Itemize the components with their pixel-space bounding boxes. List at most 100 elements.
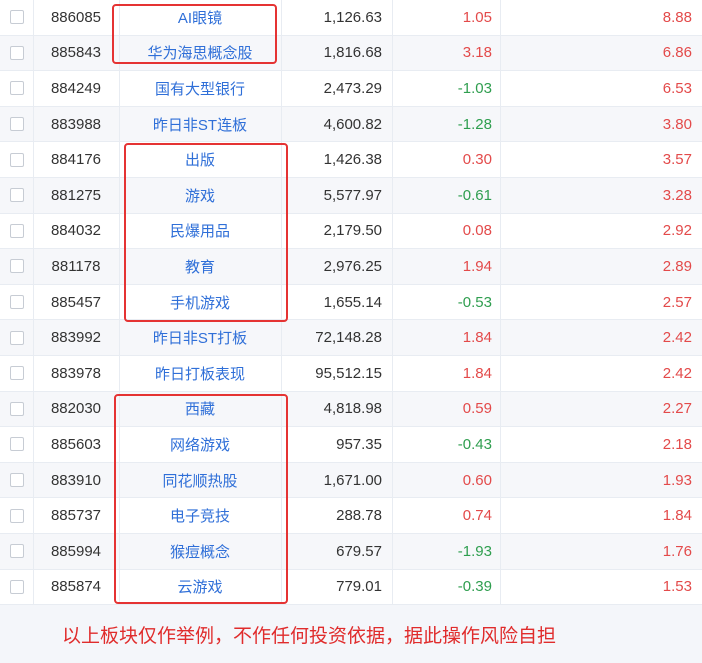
- sector-name-link[interactable]: 云游戏: [119, 569, 282, 605]
- sector-turnover-rate: 1.84: [662, 507, 692, 525]
- row-checkbox[interactable]: [9, 259, 24, 274]
- sector-name-link[interactable]: 西藏: [119, 391, 282, 427]
- row-checkbox[interactable]: [9, 117, 24, 132]
- sector-price: 2,976.25: [281, 249, 393, 284]
- sector-code: 883910: [33, 462, 120, 498]
- sector-turnover-rate: 8.88: [662, 8, 692, 26]
- sector-name-link[interactable]: 同花顺热股: [119, 462, 282, 498]
- table-row[interactable]: 882030 西藏 4,818.98 0.59 2.27: [0, 391, 702, 428]
- row-checkbox-cell: [0, 320, 34, 355]
- table-row[interactable]: 883988 昨日非ST连板 4,600.82 -1.28 3.80: [0, 106, 702, 143]
- row-checkbox[interactable]: [9, 544, 24, 559]
- row-checkbox[interactable]: [9, 437, 24, 452]
- sector-price: 1,426.38: [281, 142, 393, 177]
- sector-code: 885603: [33, 427, 120, 462]
- sector-turnover-rate: 2.42: [662, 364, 692, 382]
- table-row[interactable]: 885843 华为海思概念股 1,816.68 3.18 6.86: [0, 35, 702, 72]
- row-checkbox-cell: [0, 284, 34, 320]
- table-row[interactable]: 881275 游戏 5,577.97 -0.61 3.28: [0, 177, 702, 214]
- sector-change-pct: 0.30: [393, 142, 501, 177]
- row-checkbox[interactable]: [9, 473, 24, 488]
- sector-change-pct: 0.60: [393, 462, 501, 498]
- row-checkbox[interactable]: [9, 295, 24, 310]
- row-checkbox[interactable]: [9, 223, 24, 238]
- sector-price: 4,818.98: [281, 391, 393, 427]
- sector-change-pct: 1.84: [393, 320, 501, 355]
- row-checkbox[interactable]: [9, 188, 24, 203]
- sector-change-pct: 3.18: [393, 35, 501, 71]
- table-row[interactable]: 885994 猴痘概念 679.57 -1.93 1.76: [0, 533, 702, 570]
- sector-turnover-rate: 2.27: [662, 400, 692, 418]
- row-checkbox[interactable]: [9, 10, 24, 25]
- row-checkbox[interactable]: [9, 45, 24, 60]
- sector-code: 884249: [33, 71, 120, 106]
- sector-code: 885994: [33, 533, 120, 569]
- table-row[interactable]: 884249 国有大型银行 2,473.29 -1.03 6.53: [0, 71, 702, 107]
- sector-change-pct: -0.43: [393, 427, 501, 462]
- sector-change-pct: -0.39: [393, 569, 501, 605]
- sector-name-link[interactable]: 昨日打板表现: [119, 355, 282, 391]
- row-checkbox[interactable]: [9, 366, 24, 381]
- sector-price: 288.78: [281, 498, 393, 533]
- sector-name-link[interactable]: 昨日非ST打板: [119, 320, 282, 355]
- sector-name-link[interactable]: 华为海思概念股: [119, 35, 282, 71]
- sector-code: 885737: [33, 498, 120, 533]
- sector-price: 95,512.15: [281, 355, 393, 391]
- row-checkbox[interactable]: [9, 579, 24, 594]
- sector-code: 882030: [33, 391, 120, 427]
- sector-name-link[interactable]: 国有大型银行: [119, 71, 282, 106]
- sector-name-link[interactable]: 民爆用品: [119, 213, 282, 249]
- table-row[interactable]: 884176 出版 1,426.38 0.30 3.57: [0, 142, 702, 178]
- table-row[interactable]: 885737 电子竞技 288.78 0.74 1.84: [0, 498, 702, 534]
- sector-price: 2,179.50: [281, 213, 393, 249]
- sector-name-link[interactable]: 出版: [119, 142, 282, 177]
- row-checkbox[interactable]: [9, 152, 24, 167]
- sector-change-pct: -1.93: [393, 533, 501, 569]
- sector-change-pct: 0.74: [393, 498, 501, 533]
- sector-turnover-rate: 3.57: [662, 151, 692, 169]
- row-checkbox[interactable]: [9, 508, 24, 523]
- sector-code: 883988: [33, 106, 120, 142]
- sector-price: 1,671.00: [281, 462, 393, 498]
- sector-name-link[interactable]: 教育: [119, 249, 282, 284]
- sector-name-link[interactable]: 猴痘概念: [119, 533, 282, 569]
- row-checkbox-cell: [0, 142, 34, 177]
- table-row[interactable]: 885457 手机游戏 1,655.14 -0.53 2.57: [0, 284, 702, 321]
- table-row[interactable]: 885874 云游戏 779.01 -0.39 1.53: [0, 569, 702, 606]
- sector-name-link[interactable]: 电子竞技: [119, 498, 282, 533]
- sector-name-link[interactable]: 手机游戏: [119, 284, 282, 320]
- sector-turnover-rate: 1.93: [662, 471, 692, 489]
- row-checkbox-cell: [0, 355, 34, 391]
- sector-turnover-rate: 6.86: [662, 44, 692, 62]
- row-checkbox[interactable]: [9, 401, 24, 416]
- sector-name-link[interactable]: AI眼镜: [119, 0, 282, 35]
- row-checkbox-cell: [0, 498, 34, 533]
- row-checkbox-cell: [0, 249, 34, 284]
- sector-turnover-rate: 3.80: [662, 115, 692, 133]
- sector-code: 885874: [33, 569, 120, 605]
- table-row[interactable]: 883910 同花顺热股 1,671.00 0.60 1.93: [0, 462, 702, 499]
- sector-name-link[interactable]: 昨日非ST连板: [119, 106, 282, 142]
- row-checkbox[interactable]: [9, 81, 24, 96]
- sector-turnover-rate: 2.57: [662, 293, 692, 311]
- table-row[interactable]: 885603 网络游戏 957.35 -0.43 2.18: [0, 427, 702, 463]
- table-row[interactable]: 884032 民爆用品 2,179.50 0.08 2.92: [0, 213, 702, 250]
- row-checkbox-cell: [0, 427, 34, 462]
- sector-change-pct: 1.94: [393, 249, 501, 284]
- row-checkbox-cell: [0, 533, 34, 569]
- sector-price: 1,655.14: [281, 284, 393, 320]
- sector-price: 957.35: [281, 427, 393, 462]
- sector-turnover-rate: 1.53: [662, 578, 692, 596]
- row-checkbox-cell: [0, 391, 34, 427]
- table-row[interactable]: 883978 昨日打板表现 95,512.15 1.84 2.42: [0, 355, 702, 392]
- row-checkbox-cell: [0, 35, 34, 71]
- disclaimer-banner: 以上板块仅作举例，不作任何投资依据，据此操作风险自担: [0, 605, 702, 663]
- sector-price: 5,577.97: [281, 177, 393, 213]
- table-row[interactable]: 886085 AI眼镜 1,126.63 1.05 8.88: [0, 0, 702, 36]
- row-checkbox[interactable]: [9, 330, 24, 345]
- table-row[interactable]: 881178 教育 2,976.25 1.94 2.89: [0, 249, 702, 285]
- sector-name-link[interactable]: 游戏: [119, 177, 282, 213]
- table-row[interactable]: 883992 昨日非ST打板 72,148.28 1.84 2.42: [0, 320, 702, 356]
- sector-change-pct: -0.61: [393, 177, 501, 213]
- sector-name-link[interactable]: 网络游戏: [119, 427, 282, 462]
